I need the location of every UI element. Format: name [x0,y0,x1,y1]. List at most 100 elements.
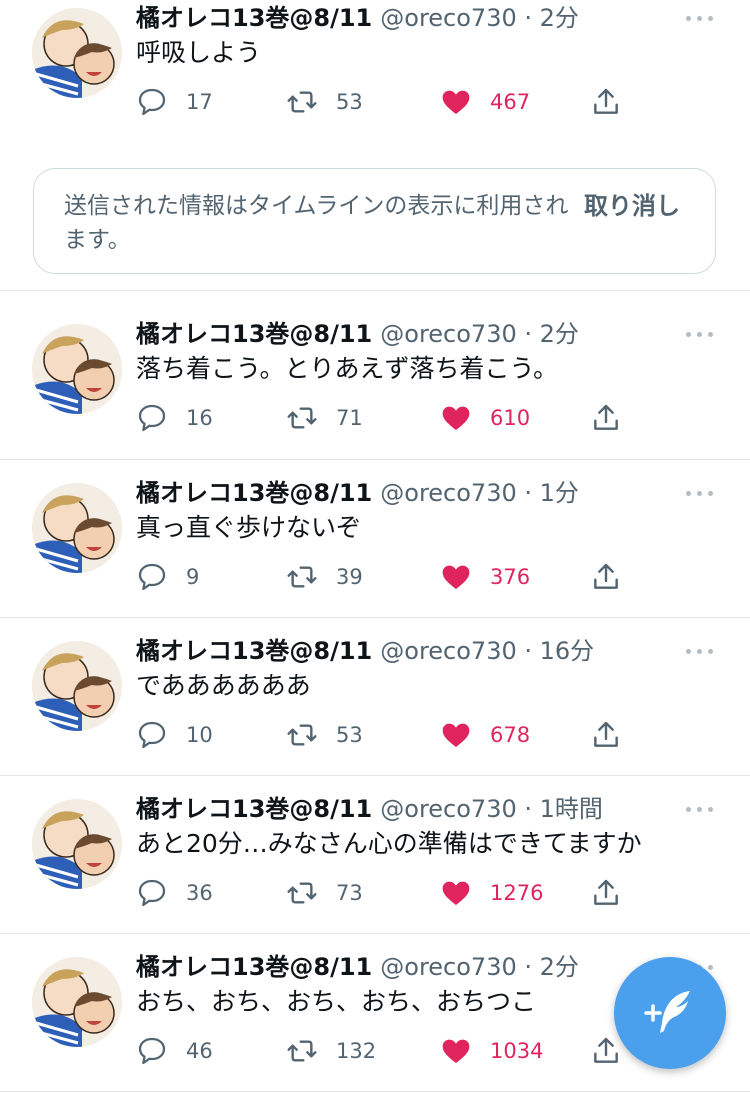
display-name[interactable]: 橘オレコ13巻@8/11 [136,637,372,665]
heart-icon [442,406,470,430]
tweet-actions: 46 132 1034 [136,1033,636,1069]
share-button[interactable] [590,717,622,753]
heart-icon [442,723,470,747]
display-name[interactable]: 橘オレコ13巻@8/11 [136,795,372,823]
like-count: 467 [490,90,531,114]
share-button[interactable] [590,400,622,436]
like-button[interactable]: 376 [440,559,530,595]
like-button[interactable]: 1276 [440,875,543,911]
retweet-button[interactable]: 53 [286,717,363,753]
avatar[interactable] [32,8,122,98]
reply-button[interactable]: 16 [136,400,213,436]
more-icon[interactable] [684,639,716,663]
handle-time: @oreco730 · 2分 [380,4,579,32]
retweet-count: 39 [336,565,363,589]
retweet-count: 73 [336,881,363,905]
timeline-feed: 橘オレコ13巻@8/11 @oreco730 · 2分 呼吸しよう 17 53 4… [0,0,750,1093]
retweet-count: 132 [336,1039,377,1063]
tweet-header: 橘オレコ13巻@8/11 @oreco730 · 16分 [136,633,594,669]
share-icon [594,1037,618,1063]
more-icon[interactable] [684,6,716,30]
reply-count: 17 [186,90,213,114]
more-icon[interactable] [684,797,716,821]
reply-icon [138,404,166,432]
reply-button[interactable]: 9 [136,559,199,595]
handle-time: @oreco730 · 2分 [380,953,579,981]
share-icon [594,88,618,114]
tweet-actions: 10 53 678 [136,717,636,753]
reply-icon [138,879,166,907]
undo-notice: 送信された情報はタイムラインの表示に利用されます。 取り消し [33,168,716,274]
like-count: 678 [490,723,531,747]
heart-icon [442,565,470,589]
heart-icon [442,90,470,114]
share-icon [594,404,618,430]
heart-icon [442,881,470,905]
display-name[interactable]: 橘オレコ13巻@8/11 [136,953,372,981]
handle-time: @oreco730 · 16分 [380,637,595,665]
divider [0,459,750,460]
share-button[interactable] [590,875,622,911]
like-button[interactable]: 467 [440,84,530,120]
tweet-text: 真っ直ぐ歩けないぞ [136,513,362,542]
display-name[interactable]: 橘オレコ13巻@8/11 [136,479,372,507]
compose-tweet-icon [644,991,690,1033]
reply-button[interactable]: 46 [136,1033,213,1069]
reply-count: 10 [186,723,213,747]
undo-button[interactable]: 取り消し [584,189,680,223]
reply-button[interactable]: 10 [136,717,213,753]
reply-count: 16 [186,406,213,430]
like-count: 1034 [490,1039,544,1063]
divider [0,775,750,776]
like-button[interactable]: 1034 [440,1033,543,1069]
share-icon [594,721,618,747]
reply-icon [138,563,166,591]
tweet-text: あと20分…みなさん心の準備はできてますか [136,829,642,858]
avatar[interactable] [32,641,122,731]
tweet-text: おち、おち、おち、おち、おちつこ [136,987,537,1016]
retweet-count: 71 [336,406,363,430]
compose-tweet-button[interactable] [614,957,726,1069]
reply-button[interactable]: 36 [136,875,213,911]
tweet-actions: 17 53 467 [136,84,636,120]
display-name[interactable]: 橘オレコ13巻@8/11 [136,4,372,32]
reply-count: 9 [186,565,200,589]
share-icon [594,879,618,905]
avatar[interactable] [32,799,122,889]
share-icon [594,563,618,589]
divider [0,617,750,618]
reply-icon [138,88,166,116]
avatar[interactable] [32,957,122,1047]
reply-icon [138,721,166,749]
share-button[interactable] [590,84,622,120]
retweet-button[interactable]: 39 [286,559,363,595]
tweet-header: 橘オレコ13巻@8/11 @oreco730 · 1時間 [136,791,603,827]
tweet-header: 橘オレコ13巻@8/11 @oreco730 · 1分 [136,475,579,511]
retweet-button[interactable]: 73 [286,875,363,911]
retweet-icon [287,91,317,113]
undo-message: 送信された情報はタイムラインの表示に利用されます。 [64,193,569,253]
retweet-button[interactable]: 53 [286,84,363,120]
tweet-actions: 9 39 376 [136,559,636,595]
share-button[interactable] [590,559,622,595]
display-name[interactable]: 橘オレコ13巻@8/11 [136,320,372,348]
reply-button[interactable]: 17 [136,84,213,120]
divider [0,290,750,291]
like-button[interactable]: 678 [440,717,530,753]
retweet-button[interactable]: 132 [286,1033,376,1069]
more-icon[interactable] [684,322,716,346]
tweet-header: 橘オレコ13巻@8/11 @oreco730 · 2分 [136,316,579,352]
retweet-button[interactable]: 71 [286,400,363,436]
reply-count: 36 [186,881,213,905]
heart-icon [442,1039,470,1063]
like-count: 610 [490,406,531,430]
share-button[interactable] [590,1033,622,1069]
tweet-actions: 16 71 610 [136,400,636,436]
like-count: 1276 [490,881,544,905]
tweet-header: 橘オレコ13巻@8/11 @oreco730 · 2分 [136,949,579,985]
avatar[interactable] [32,324,122,414]
retweet-icon [287,882,317,904]
more-icon[interactable] [684,481,716,505]
like-button[interactable]: 610 [440,400,530,436]
avatar[interactable] [32,483,122,573]
